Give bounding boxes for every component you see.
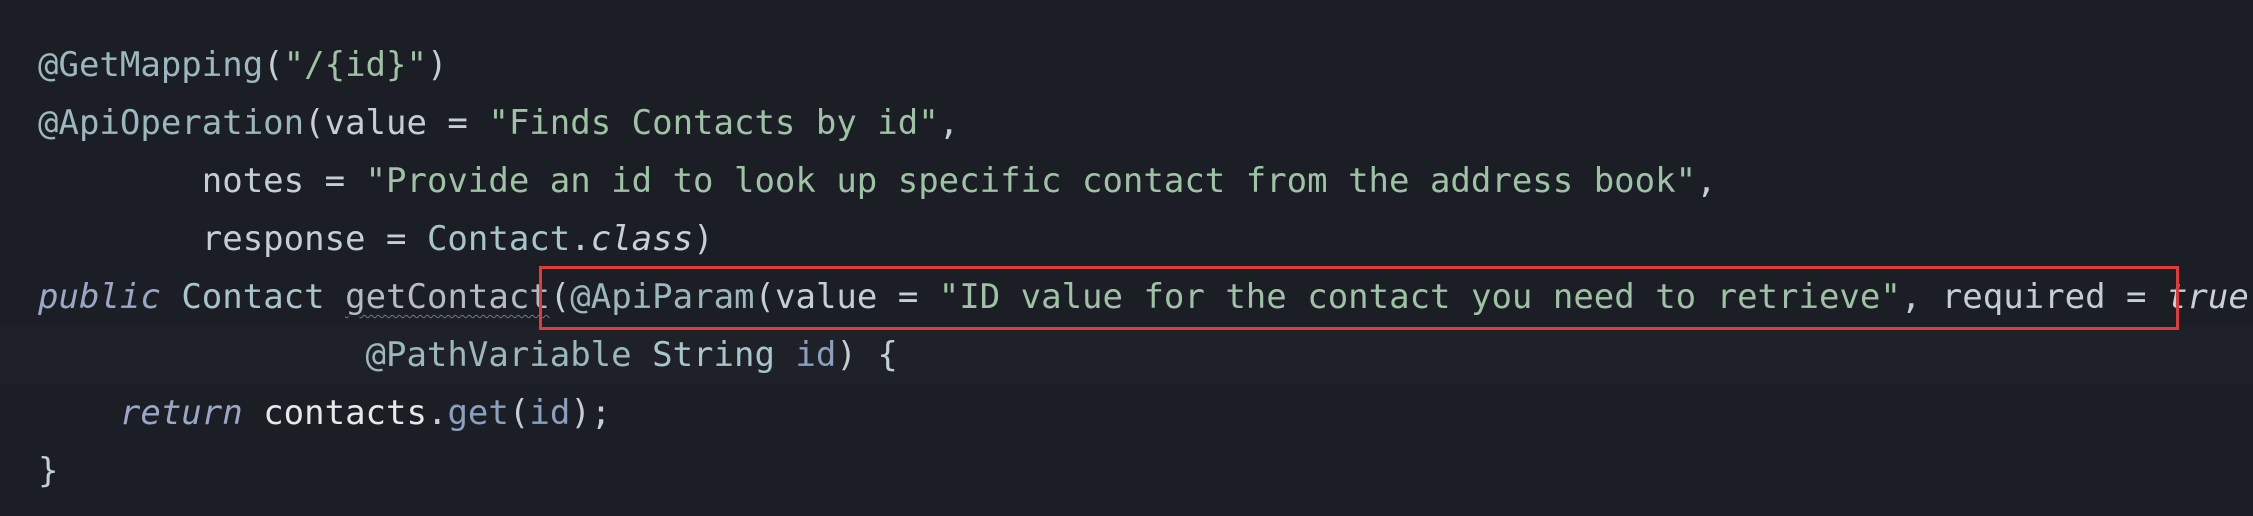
- keyword: return: [119, 393, 243, 433]
- parameter-name: id: [795, 335, 837, 375]
- code-line-2: @ApiOperation(value = "Finds Contacts by…: [38, 103, 960, 143]
- code-line-5: public Contact getContact(@ApiParam(valu…: [38, 277, 2253, 317]
- method-name: getContact: [345, 277, 550, 317]
- string-literal: "/{id}": [283, 45, 427, 85]
- keyword: public: [38, 277, 161, 317]
- code-line-6-current: @PathVariable String id) {: [0, 326, 2253, 384]
- keyword: true: [2166, 277, 2249, 317]
- annotation: @PathVariable: [365, 335, 632, 375]
- code-line-1: @GetMapping("/{id}"): [38, 45, 448, 85]
- code-line-4: response = Contact.class): [201, 219, 714, 259]
- keyword: class: [590, 219, 694, 259]
- annotation: @GetMapping: [38, 45, 264, 85]
- parameter-name: id: [529, 393, 571, 433]
- annotation: @ApiOperation: [38, 103, 305, 143]
- string-literal: "Provide an id to look up specific conta…: [365, 161, 1697, 201]
- identifier: contacts: [263, 393, 427, 433]
- type-name: Contact: [426, 219, 571, 259]
- code-line-8: }: [38, 451, 59, 491]
- annotation: @ApiParam: [570, 277, 755, 317]
- type-name: String: [652, 335, 775, 375]
- method-call: get: [447, 393, 509, 433]
- string-literal: "ID value for the contact you need to re…: [938, 277, 1901, 317]
- type-name: Contact: [181, 277, 325, 317]
- code-line-3: notes = "Provide an id to look up specif…: [201, 161, 1717, 201]
- string-literal: "Finds Contacts by id": [488, 103, 939, 143]
- code-line-7: return contacts.get(id);: [119, 393, 612, 433]
- code-editor[interactable]: @GetMapping("/{id}") @ApiOperation(value…: [0, 0, 2253, 516]
